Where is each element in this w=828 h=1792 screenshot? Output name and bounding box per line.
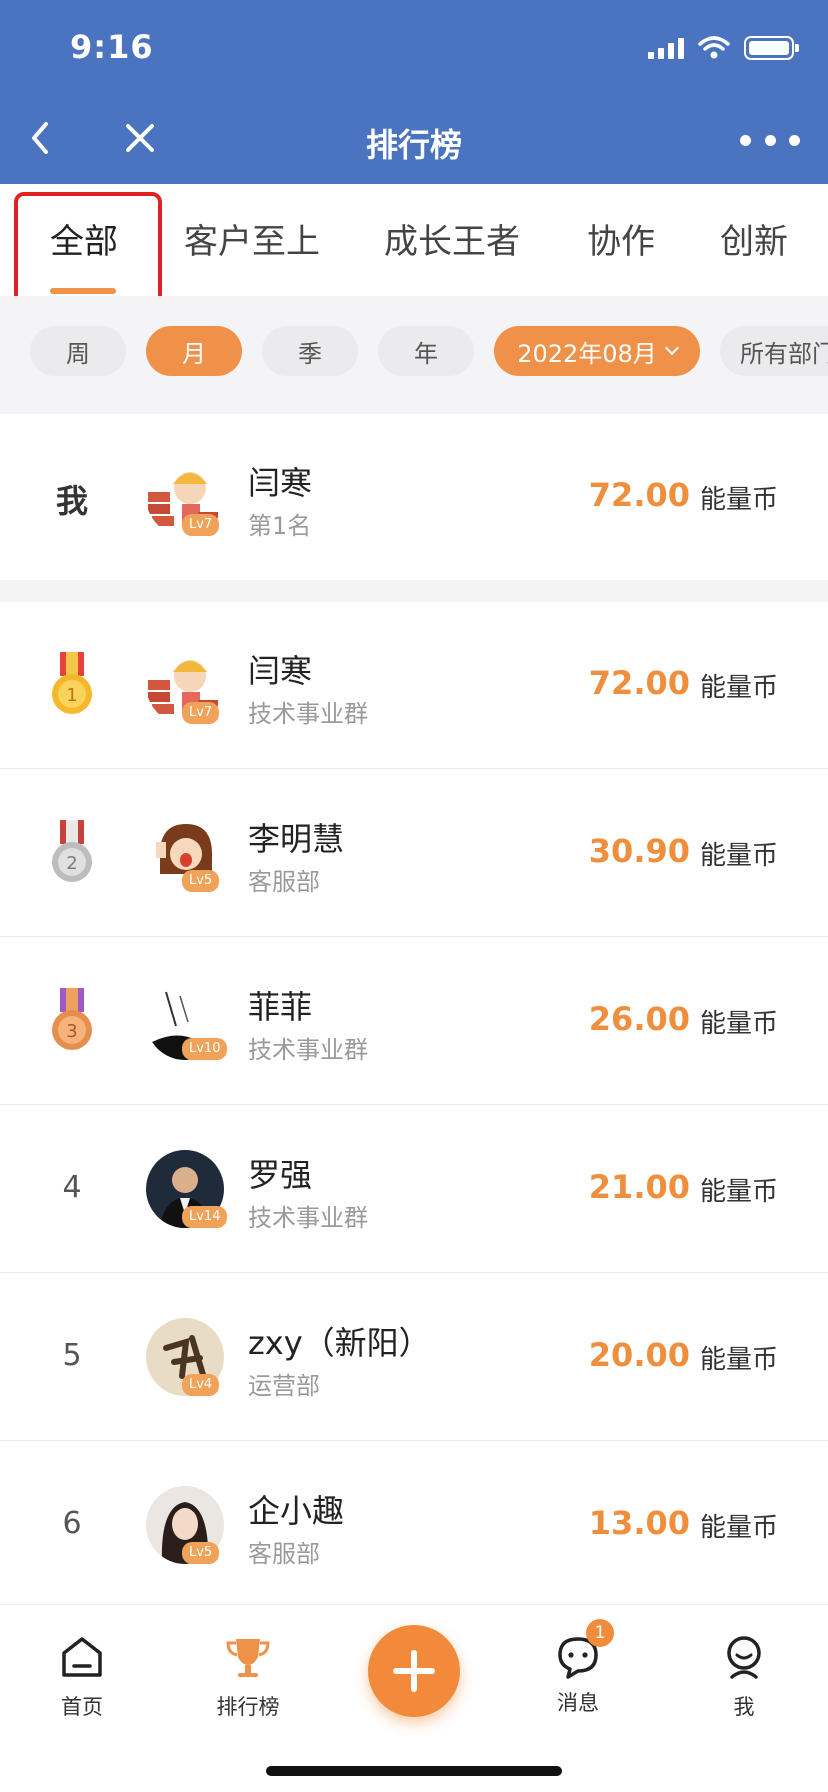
score-value: 30.90	[588, 832, 690, 870]
level-badge: Lv14	[182, 1206, 228, 1228]
app-header: 9:16 排行榜	[0, 0, 828, 184]
tab-me[interactable]: 我	[684, 1633, 804, 1721]
home-indicator	[266, 1766, 562, 1776]
battery-icon	[744, 36, 799, 60]
score-unit: 能量币	[700, 1345, 779, 1375]
rank-number: 6	[62, 1506, 82, 1541]
user-department: 客服部	[248, 868, 320, 896]
user-department: 客服部	[248, 1540, 320, 1568]
date-dropdown-label: 2022年08月	[517, 339, 657, 368]
add-button[interactable]	[368, 1625, 460, 1717]
tab-messages-label: 消息	[557, 1691, 599, 1715]
tab-collaboration[interactable]: 协作	[587, 214, 655, 263]
avatar: Lv7	[146, 646, 224, 724]
user-department: 技术事业群	[248, 1204, 368, 1232]
score-unit: 能量币	[700, 1513, 779, 1543]
avatar: Lv5	[146, 814, 224, 892]
score-value: 72.00	[588, 664, 690, 702]
department-dropdown[interactable]: 所有部门	[720, 326, 828, 376]
score-value: 21.00	[588, 1168, 690, 1206]
trophy-icon	[226, 1639, 270, 1677]
filter-quarter[interactable]: 季	[262, 326, 358, 376]
level-badge: Lv10	[182, 1038, 228, 1060]
ranking-row[interactable]: 5 Lv4 zxy（新阳） 运营部 20.00 能量币	[0, 1274, 828, 1441]
ranking-row[interactable]: 3 Lv10 菲菲 技术事业群 26.00 能量币	[0, 938, 828, 1105]
user-department: 运营部	[248, 1372, 320, 1400]
unread-badge: 1	[586, 1619, 614, 1647]
user-name: 罗强	[248, 1156, 313, 1194]
bottom-tab-bar: 首页 排行榜 1 消息 我	[0, 1604, 828, 1792]
score-value: 13.00	[588, 1504, 690, 1542]
level-badge: Lv5	[182, 870, 220, 892]
avatar: Lv10	[146, 982, 228, 1060]
tab-growth-king[interactable]: 成长王者	[384, 214, 520, 263]
filter-bar: 周 月 季 年 2022年08月 所有部门	[0, 296, 828, 414]
user-name: 菲菲	[248, 988, 313, 1026]
user-name: 李明慧	[248, 820, 345, 858]
tab-home[interactable]: 首页	[22, 1633, 142, 1721]
section-divider	[0, 580, 828, 602]
wifi-icon	[698, 36, 730, 59]
level-badge: Lv4	[182, 1374, 220, 1396]
tab-me-label: 我	[733, 1695, 755, 1719]
avatar: Lv5	[146, 1486, 224, 1564]
tab-messages[interactable]: 1 消息	[518, 1619, 638, 1717]
highlight-box	[14, 192, 162, 308]
cellular-signal-icon	[648, 37, 684, 59]
avatar: Lv7	[146, 458, 224, 536]
ranking-row[interactable]: 4 Lv14 罗强 技术事业群 21.00 能量币	[0, 1106, 828, 1273]
score-value: 20.00	[588, 1336, 690, 1374]
my-position: 第1名	[248, 512, 312, 540]
bronze-medal-icon: 3	[52, 988, 92, 1050]
home-icon	[62, 1637, 102, 1677]
tab-home-label: 首页	[61, 1695, 103, 1719]
user-name: zxy（新阳）	[248, 1324, 431, 1362]
page-title: 排行榜	[365, 126, 462, 164]
svg-text:2: 2	[66, 853, 77, 874]
level-badge: Lv7	[182, 514, 220, 536]
level-badge: Lv5	[182, 1542, 220, 1564]
tab-ranking[interactable]: 排行榜	[188, 1633, 308, 1721]
filter-week[interactable]: 周	[30, 326, 126, 376]
status-icons	[648, 36, 799, 60]
my-rank-label: 我	[55, 482, 88, 520]
more-options-icon[interactable]	[740, 120, 800, 160]
ranking-row[interactable]: 6 Lv5 企小趣 客服部 13.00 能量币	[0, 1442, 828, 1604]
user-name: 企小趣	[248, 1492, 345, 1530]
tab-ranking-label: 排行榜	[216, 1695, 280, 1719]
avatar: Lv14	[146, 1150, 228, 1228]
score-unit: 能量币	[700, 1009, 779, 1039]
tab-innovation[interactable]: 创新	[720, 214, 788, 263]
score-value: 72.00	[588, 476, 690, 514]
filter-year[interactable]: 年	[378, 326, 474, 376]
ranking-row[interactable]: 2 Lv5 李明慧 客服部 30.90 能量币	[0, 770, 828, 937]
silver-medal-icon: 2	[52, 820, 92, 882]
gold-medal-icon: 1	[52, 652, 92, 714]
score-unit: 能量币	[700, 673, 779, 703]
status-time: 9:16	[70, 28, 154, 66]
user-name: 闫寒	[248, 464, 313, 502]
level-badge: Lv7	[182, 702, 220, 724]
score-unit: 能量币	[700, 841, 779, 871]
filter-month[interactable]: 月	[146, 326, 242, 376]
rank-number: 4	[62, 1170, 82, 1205]
avatar: Lv4	[146, 1318, 224, 1396]
ranking-row[interactable]: 1 Lv7 闫寒 技术事业群 72.00 能量币	[0, 602, 828, 769]
score-value: 26.00	[588, 1000, 690, 1038]
user-department: 技术事业群	[248, 1036, 368, 1064]
user-department: 技术事业群	[248, 700, 368, 728]
score-unit: 能量币	[700, 485, 779, 515]
rank-number: 5	[62, 1338, 82, 1373]
tab-customer-first[interactable]: 客户至上	[184, 214, 320, 263]
messages-icon-wrap: 1	[554, 1619, 614, 1681]
date-dropdown[interactable]: 2022年08月	[494, 326, 700, 376]
my-ranking-row[interactable]: 我 Lv7 闫寒 第1名 72.00 能量币	[0, 414, 828, 580]
svg-text:1: 1	[66, 685, 77, 706]
svg-text:3: 3	[66, 1021, 77, 1042]
user-profile-icon	[727, 1636, 761, 1679]
chevron-down-icon	[664, 340, 679, 356]
score-unit: 能量币	[700, 1177, 779, 1207]
user-name: 闫寒	[248, 652, 313, 690]
